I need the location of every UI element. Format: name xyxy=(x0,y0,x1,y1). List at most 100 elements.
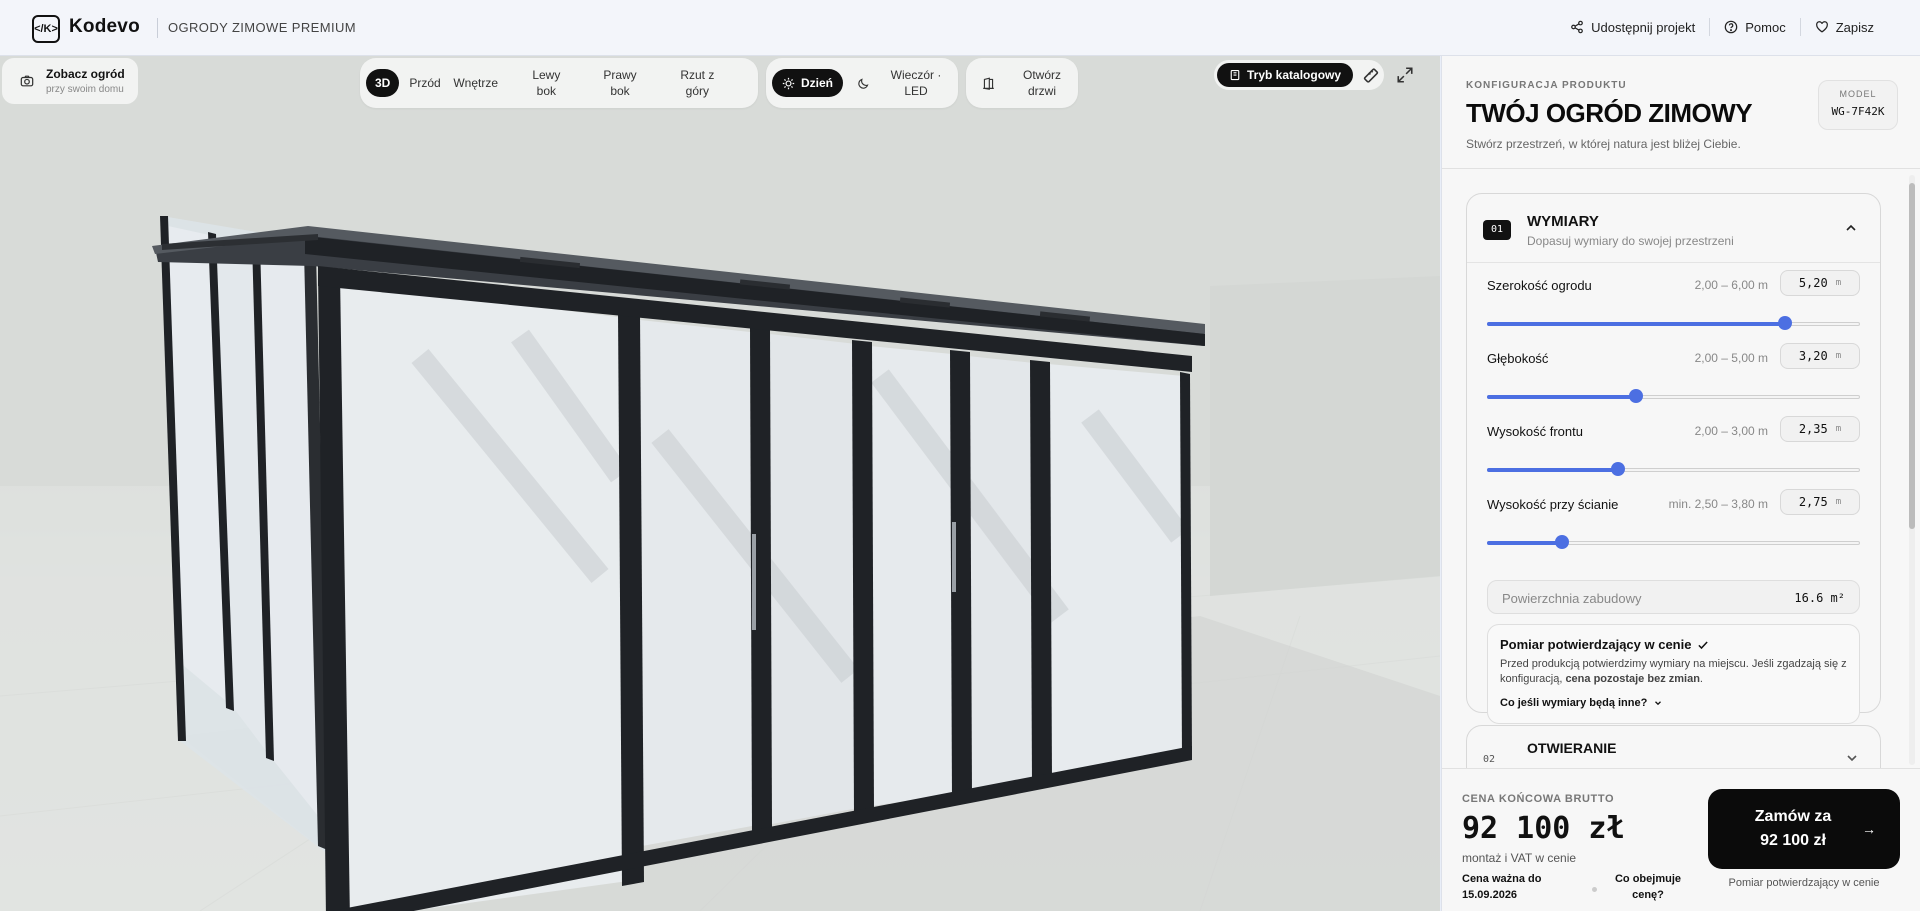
dimension-value-input[interactable]: 2,75 m xyxy=(1780,489,1860,515)
separator-dot xyxy=(1592,887,1597,892)
price-subtitle: montaż i VAT w cenie xyxy=(1462,851,1577,865)
opening-section[interactable]: 02 OTWIERANIE xyxy=(1466,725,1881,768)
build-area-value: 16.6 m² xyxy=(1794,591,1845,605)
catalog-mode-label: Tryb katalogowy xyxy=(1247,68,1342,82)
build-area-readout: Powierzchnia zabudowy 16.6 m² xyxy=(1487,580,1860,614)
order-note: Pomiar potwierdzający w cenie xyxy=(1728,877,1880,889)
view-left-tab[interactable]: Lewy bok xyxy=(521,61,571,105)
lighting-switcher: Dzień Wieczór · LED xyxy=(766,58,958,108)
slider-thumb[interactable] xyxy=(1629,389,1643,403)
wall-height-slider[interactable] xyxy=(1487,535,1860,551)
book-icon xyxy=(1230,69,1240,81)
order-button[interactable]: Zamów za 92 100 zł → xyxy=(1708,789,1900,869)
dimension-wall-height: Wysokość przy ścianie min. 2,50 – 3,80 m… xyxy=(1487,489,1860,549)
build-area-label: Powierzchnia zabudowy xyxy=(1502,591,1642,606)
chevron-down-icon[interactable] xyxy=(1844,750,1860,766)
fullscreen-icon[interactable] xyxy=(1396,66,1414,84)
help-button[interactable]: Pomoc xyxy=(1710,20,1799,35)
dimension-value: 3,20 xyxy=(1798,349,1828,363)
see-garden-ar-button[interactable]: Zobacz ogród przy swoim domu xyxy=(2,58,138,104)
open-door-button[interactable]: Otwórz drzwi xyxy=(972,61,1077,105)
model-label: MODEL xyxy=(1839,89,1877,99)
valid-label: Cena ważna do xyxy=(1462,873,1542,885)
scrollbar-thumb[interactable] xyxy=(1909,183,1915,529)
catalog-mode-button[interactable]: Tryb katalogowy xyxy=(1217,63,1354,87)
order-button-label: Zamów za 92 100 zł xyxy=(1738,805,1848,853)
model-badge: MODEL WG-7F42K xyxy=(1818,80,1898,130)
door-toggle-group: Otwórz drzwi xyxy=(966,58,1078,108)
dimension-value-input[interactable]: 3,20 m xyxy=(1780,343,1860,369)
dimension-unit: m xyxy=(1835,497,1842,507)
dimension-width: Szerokość ogrodu 2,00 – 6,00 m 5,20 m xyxy=(1487,270,1860,330)
panel-scroll-area[interactable]: 01 WYMIARY Dopasuj wymiary do swojej prz… xyxy=(1442,168,1920,768)
dimension-label: Wysokość przy ścianie xyxy=(1487,497,1619,512)
view-top-tab[interactable]: Rzut z góry xyxy=(669,61,725,105)
section-title: OGRODY ZIMOWE PREMIUM xyxy=(168,20,356,35)
panel-header: KONFIGURACJA PRODUKTU TWÓJ OGRÓD ZIMOWY … xyxy=(1466,80,1753,151)
final-price: 92 100 zł xyxy=(1462,811,1625,846)
logo-icon[interactable]: </K> xyxy=(32,15,60,43)
chevron-up-icon[interactable] xyxy=(1843,220,1859,236)
front-height-slider[interactable] xyxy=(1487,462,1860,478)
chevron-down-icon xyxy=(1655,701,1662,706)
slider-fill xyxy=(1487,541,1562,545)
save-label: Zapisz xyxy=(1835,19,1874,35)
lighting-day-label: Dzień xyxy=(801,76,834,90)
valid-date: 15.09.2026 xyxy=(1462,889,1518,901)
view-3d-tab[interactable]: 3D xyxy=(366,69,400,97)
view-front-tab[interactable]: Przód xyxy=(399,69,443,97)
save-button[interactable]: Zapisz xyxy=(1801,20,1888,35)
panel-subtitle: Stwórz przestrzeń, w której natura jest … xyxy=(1466,137,1741,151)
note-title: Pomiar potwierdzający w cenie xyxy=(1500,637,1709,652)
measurement-note: Pomiar potwierdzający w cenie Przed prod… xyxy=(1487,624,1860,724)
dimension-label: Głębokość xyxy=(1487,351,1549,366)
share-project-label: Udostępnij projekt xyxy=(1591,19,1696,35)
3d-viewport[interactable]: Zobacz ogród przy swoim domu 3D Przód Wn… xyxy=(0,56,1440,911)
depth-slider[interactable] xyxy=(1487,389,1860,405)
configurator-panel: KONFIGURACJA PRODUKTU TWÓJ OGRÓD ZIMOWY … xyxy=(1441,56,1920,911)
note-body-bold: cena pozostaje bez zmian xyxy=(1565,673,1700,685)
dimension-value-input[interactable]: 5,20 m xyxy=(1780,270,1860,296)
door-icon xyxy=(983,76,994,90)
dimension-value-input[interactable]: 2,35 m xyxy=(1780,416,1860,442)
slider-thumb[interactable] xyxy=(1778,316,1792,330)
dimension-range: 2,00 – 6,00 m xyxy=(1694,278,1768,292)
note-title-text: Pomiar potwierdzający w cenie xyxy=(1500,637,1692,652)
measure-icon[interactable] xyxy=(1362,66,1380,84)
whats-included-link[interactable]: Co obejmuje cenę? xyxy=(1610,871,1686,903)
order-line-1: Zamów za xyxy=(1754,808,1832,825)
header-actions: Udostępnij projekt Pomoc Zapisz xyxy=(1556,18,1888,36)
width-slider[interactable] xyxy=(1487,316,1860,332)
brand-name[interactable]: Kodevo xyxy=(69,16,140,38)
panel-title: TWÓJ OGRÓD ZIMOWY xyxy=(1466,98,1753,128)
slider-thumb[interactable] xyxy=(1611,462,1625,476)
note-body-end: . xyxy=(1699,673,1703,685)
dimension-range: min. 2,50 – 3,80 m xyxy=(1668,497,1768,511)
sun-icon xyxy=(782,77,795,89)
slider-fill xyxy=(1487,322,1785,326)
dimension-range: 2,00 – 3,00 m xyxy=(1694,424,1768,438)
arrow-right-icon: → xyxy=(1862,821,1876,837)
winter-garden-3d-model[interactable] xyxy=(0,56,1440,911)
open-door-label: Otwórz drzwi xyxy=(1022,68,1061,98)
dimension-unit: m xyxy=(1835,424,1842,434)
see-garden-subtitle: przy swoim domu xyxy=(46,84,124,95)
step-number: 02 xyxy=(1483,754,1496,765)
dimension-front-height: Wysokość frontu 2,00 – 3,00 m 2,35 m xyxy=(1487,416,1860,476)
dimension-label: Szerokość ogrodu xyxy=(1487,278,1592,293)
slider-thumb[interactable] xyxy=(1555,535,1569,549)
price-valid-until: Cena ważna do 15.09.2026 xyxy=(1462,871,1572,903)
what-if-different-link[interactable]: Co jeśli wymiary będą inne? xyxy=(1500,697,1663,709)
moon-icon xyxy=(858,78,869,89)
lighting-day-button[interactable]: Dzień xyxy=(772,69,844,97)
dimensions-section: 01 WYMIARY Dopasuj wymiary do swojej prz… xyxy=(1466,193,1881,724)
share-icon xyxy=(1571,20,1584,34)
view-right-tab[interactable]: Prawy bok xyxy=(593,61,645,105)
help-icon xyxy=(1724,20,1738,34)
lighting-evening-button[interactable]: Wieczór · LED xyxy=(847,61,952,105)
dimensions-header[interactable]: 01 WYMIARY Dopasuj wymiary do swojej prz… xyxy=(1483,210,1863,254)
section-subtitle: Dopasuj wymiary do swojej przestrzeni xyxy=(1527,234,1734,248)
view-interior-tab[interactable]: Wnętrze xyxy=(443,69,503,97)
share-project-button[interactable]: Udostępnij projekt xyxy=(1556,20,1709,35)
lighting-evening-label: Wieczór · LED xyxy=(890,68,942,98)
